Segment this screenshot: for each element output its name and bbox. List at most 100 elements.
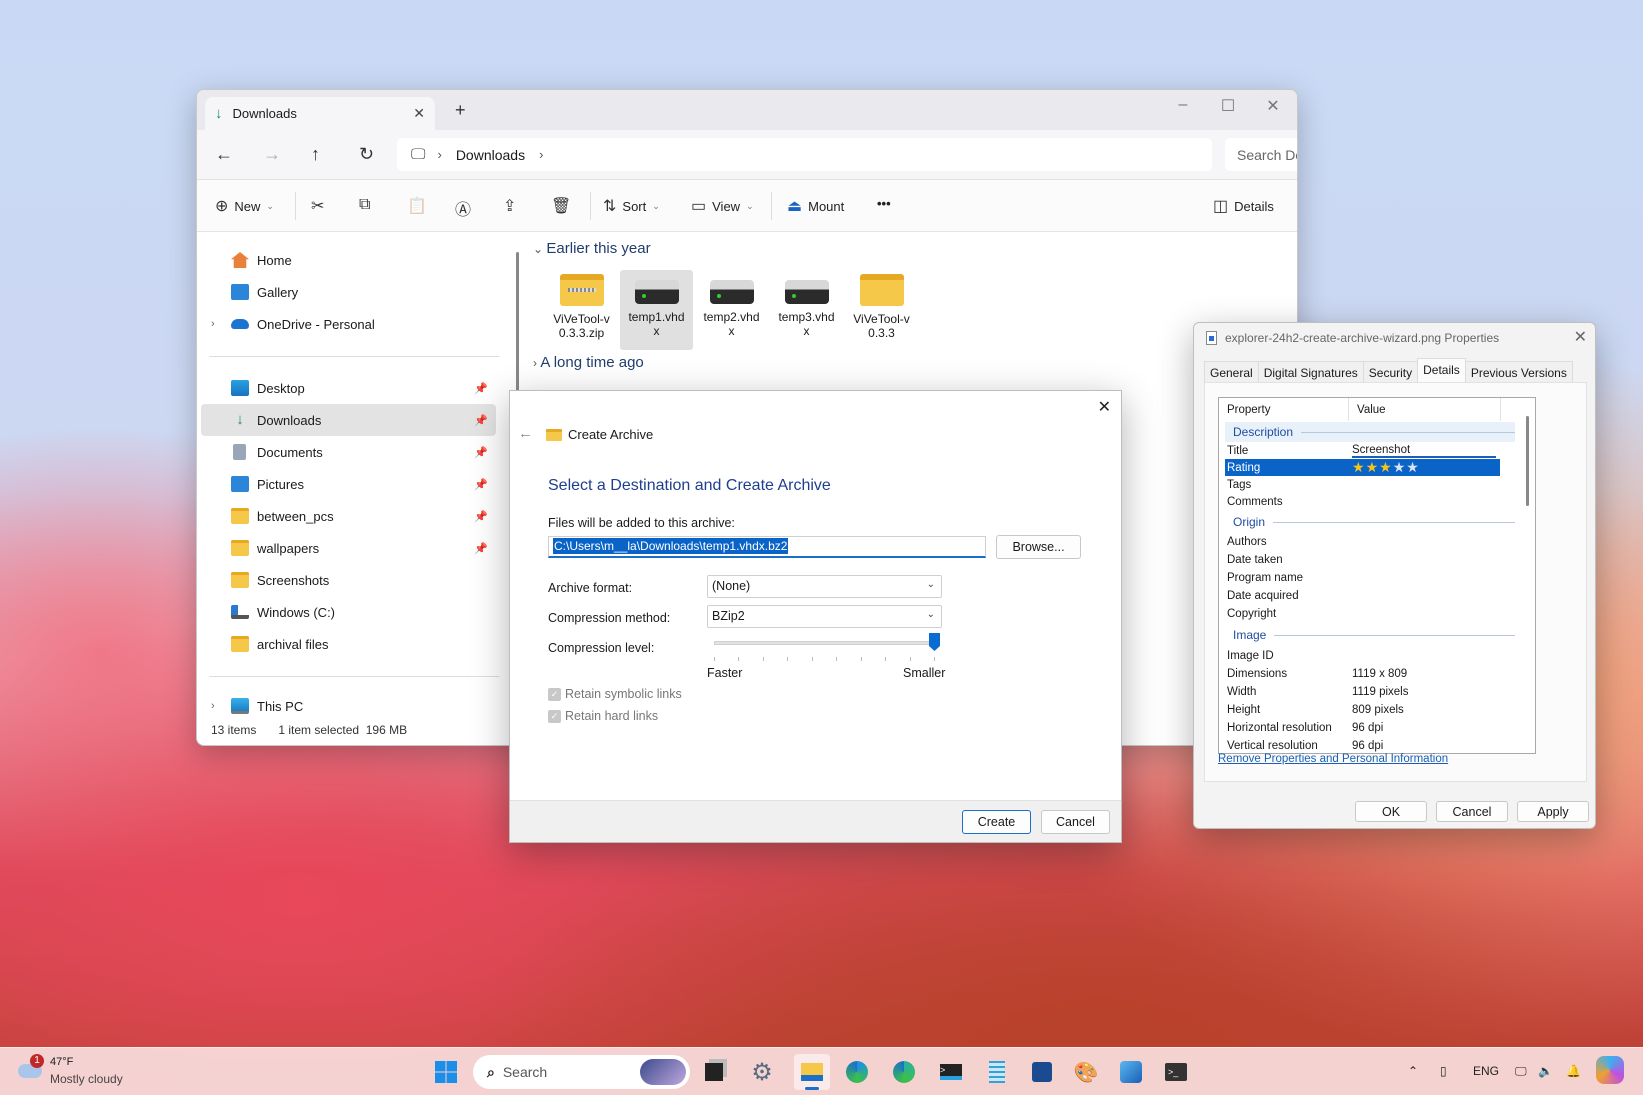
property-row[interactable]: Copyright xyxy=(1225,605,1500,622)
back-button[interactable]: ← xyxy=(518,425,533,442)
view-button[interactable]: ▭ View ⌄ xyxy=(691,196,754,216)
close-dialog-button[interactable]: ✕ xyxy=(1098,397,1111,417)
photos-app[interactable] xyxy=(1117,1058,1145,1086)
close-window-button[interactable]: ✕ xyxy=(1253,96,1293,116)
edge-app[interactable] xyxy=(843,1058,871,1086)
star-icon[interactable]: ★ xyxy=(1366,459,1379,475)
copy-button[interactable]: ⧉ xyxy=(359,196,370,214)
pin-icon[interactable]: 📌 xyxy=(474,542,488,555)
file-explorer-app[interactable] xyxy=(794,1054,830,1090)
task-view-button[interactable] xyxy=(700,1058,728,1086)
details-pane-button[interactable]: ◫ Details xyxy=(1213,196,1274,216)
property-row[interactable]: Program name xyxy=(1225,569,1500,586)
star-icon[interactable]: ★ xyxy=(1352,459,1365,475)
archive-path-input[interactable]: C:\Users\m__la\Downloads\temp1.vhdx.bz2 xyxy=(548,536,986,558)
remove-properties-link[interactable]: Remove Properties and Personal Informati… xyxy=(1218,753,1448,765)
close-dialog-button[interactable]: ✕ xyxy=(1574,327,1587,347)
property-row[interactable]: Width 1119 pixels xyxy=(1225,683,1500,700)
file-item[interactable]: ViVeTool-v 0.3.3.zip xyxy=(545,270,618,350)
back-button[interactable]: ← xyxy=(215,144,233,165)
new-tab-button[interactable]: + xyxy=(455,100,466,121)
property-row-rating[interactable]: Rating ★★★★★ xyxy=(1225,459,1500,476)
rating-stars[interactable]: ★★★★★ xyxy=(1352,459,1500,476)
sidebar-item-this-pc[interactable]: › This PC xyxy=(201,690,496,722)
sidebar-item-archival-files[interactable]: archival files xyxy=(201,628,496,660)
paste-button[interactable]: 📋 xyxy=(407,196,427,216)
property-row[interactable]: Date acquired xyxy=(1225,587,1500,604)
property-row[interactable]: Dimensions 1119 x 809 xyxy=(1225,665,1500,682)
paint-app[interactable]: 🎨 xyxy=(1072,1058,1100,1086)
sidebar-item-windows-c[interactable]: Windows (C:) xyxy=(201,596,496,628)
more-options-button[interactable]: ••• xyxy=(877,196,891,211)
terminal-app[interactable]: > xyxy=(937,1058,965,1086)
usb-icon[interactable]: ▯ xyxy=(1440,1064,1447,1078)
property-row[interactable]: Vertical resolution 96 dpi xyxy=(1225,737,1500,753)
sidebar-item-pictures[interactable]: Pictures 📌 xyxy=(201,468,496,500)
compression-method-select[interactable]: BZip2 ⌄ xyxy=(707,605,942,628)
file-item[interactable]: temp1.vhd x xyxy=(620,270,693,350)
property-row[interactable]: Date taken xyxy=(1225,551,1500,568)
star-icon[interactable]: ★ xyxy=(1393,459,1406,475)
store-app[interactable] xyxy=(1028,1058,1056,1086)
property-row[interactable]: Title Screenshot xyxy=(1225,442,1500,459)
create-button[interactable]: Create xyxy=(962,810,1031,834)
forward-button[interactable]: → xyxy=(263,144,281,165)
title-value-input[interactable]: Screenshot xyxy=(1352,444,1496,458)
sidebar-item-documents[interactable]: Documents 📌 xyxy=(201,436,496,468)
sidebar-item-screenshots[interactable]: Screenshots xyxy=(201,564,496,596)
address-bar[interactable]: 🖵 › Downloads › xyxy=(397,138,1212,171)
browse-button[interactable]: Browse... xyxy=(996,535,1081,559)
settings-app[interactable]: ⚙ xyxy=(748,1058,776,1086)
rename-button[interactable]: Ⓐ xyxy=(455,196,471,220)
archive-format-select[interactable]: (None) ⌄ xyxy=(707,575,942,598)
property-row[interactable]: Image ID xyxy=(1225,647,1500,664)
pin-icon[interactable]: 📌 xyxy=(474,414,488,427)
star-icon[interactable]: ★ xyxy=(1406,459,1419,475)
slider-track[interactable] xyxy=(714,641,934,645)
show-hidden-icons-button[interactable]: ⌃ xyxy=(1408,1064,1418,1078)
minimize-button[interactable]: – xyxy=(1163,96,1203,114)
property-row[interactable]: Authors xyxy=(1225,533,1500,550)
pin-icon[interactable]: 📌 xyxy=(474,382,488,395)
notepad-app[interactable] xyxy=(983,1058,1011,1086)
apply-button[interactable]: Apply xyxy=(1517,801,1589,822)
terminal-app-2[interactable]: >_ xyxy=(1162,1058,1190,1086)
sidebar-item-desktop[interactable]: Desktop 📌 xyxy=(201,372,496,404)
pin-icon[interactable]: 📌 xyxy=(474,510,488,523)
notifications-icon[interactable]: 🔔 xyxy=(1566,1064,1581,1078)
file-item[interactable]: temp3.vhd x xyxy=(770,270,843,350)
taskbar-search[interactable]: ⌕ Search xyxy=(473,1055,690,1089)
mount-button[interactable]: ⏏ Mount xyxy=(787,196,844,216)
new-button[interactable]: ⊕ New ⌄ xyxy=(215,196,274,216)
cancel-button[interactable]: Cancel xyxy=(1041,810,1110,834)
edge-canary-app[interactable] xyxy=(890,1058,918,1086)
sidebar-item-onedrive[interactable]: › OneDrive - Personal xyxy=(201,308,496,340)
volume-icon[interactable]: 🔈 xyxy=(1538,1064,1553,1078)
pin-icon[interactable]: 📌 xyxy=(474,478,488,491)
cut-button[interactable]: ✂ xyxy=(311,196,324,216)
star-icon[interactable]: ★ xyxy=(1379,459,1392,475)
ok-button[interactable]: OK xyxy=(1355,801,1427,822)
column-header-property[interactable]: Property xyxy=(1219,398,1349,421)
weather-widget[interactable]: 1 47°F Mostly cloudy xyxy=(18,1054,138,1090)
delete-button[interactable]: 🗑 xyxy=(551,196,571,216)
start-button[interactable] xyxy=(432,1058,460,1086)
property-row[interactable]: Comments xyxy=(1225,493,1500,510)
sidebar-item-between-pcs[interactable]: between_pcs 📌 xyxy=(201,500,496,532)
up-button[interactable]: ↑ xyxy=(311,144,320,165)
copilot-icon[interactable] xyxy=(1596,1056,1624,1084)
close-tab-button[interactable]: ✕ xyxy=(413,105,425,122)
tab-downloads[interactable]: ↓ Downloads ✕ xyxy=(205,97,435,130)
breadcrumb-downloads[interactable]: Downloads xyxy=(456,147,525,163)
file-item[interactable]: temp2.vhd x xyxy=(695,270,768,350)
cancel-button[interactable]: Cancel xyxy=(1436,801,1508,822)
share-button[interactable]: ⇪ xyxy=(503,196,516,216)
property-row[interactable]: Tags xyxy=(1225,476,1500,493)
sidebar-item-downloads[interactable]: ↓ Downloads 📌 xyxy=(201,404,496,436)
sidebar-item-wallpapers[interactable]: wallpapers 📌 xyxy=(201,532,496,564)
slider-thumb[interactable] xyxy=(929,633,940,651)
column-header-value[interactable]: Value xyxy=(1349,398,1501,421)
sidebar-item-gallery[interactable]: Gallery xyxy=(201,276,496,308)
file-item[interactable]: ViVeTool-v 0.3.3 xyxy=(845,270,918,350)
property-row[interactable]: Height 809 pixels xyxy=(1225,701,1500,718)
